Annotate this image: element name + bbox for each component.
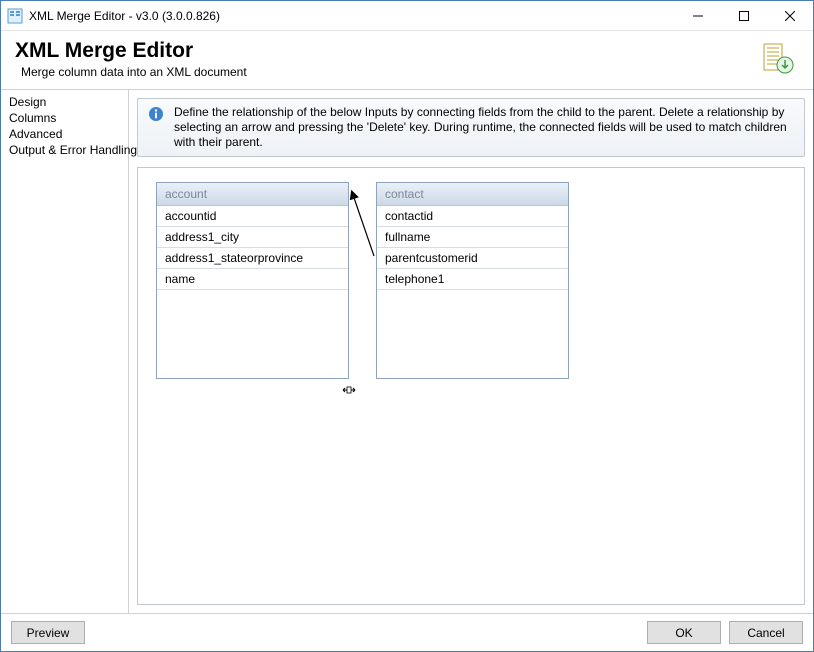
app-icon	[7, 8, 23, 24]
titlebar: XML Merge Editor - v3.0 (3.0.0.826)	[1, 1, 813, 31]
entity-header[interactable]: contact	[377, 183, 568, 206]
field-item[interactable]: name	[157, 269, 348, 290]
close-button[interactable]	[767, 1, 813, 31]
field-item[interactable]: fullname	[377, 227, 568, 248]
entity-contact[interactable]: contact contactid fullname parentcustome…	[376, 182, 569, 379]
minimize-button[interactable]	[675, 1, 721, 31]
page-subtitle: Merge column data into an XML document	[21, 65, 763, 79]
footer: Preview OK Cancel	[1, 613, 813, 651]
info-banner: Define the relationship of the below Inp…	[137, 98, 805, 157]
field-item[interactable]: contactid	[377, 206, 568, 227]
field-item[interactable]: telephone1	[377, 269, 568, 290]
sidebar-item-design[interactable]: Design	[3, 94, 128, 110]
field-list: accountid address1_city address1_stateor…	[157, 206, 348, 290]
resize-handle-icon[interactable]	[342, 384, 356, 394]
app-window: XML Merge Editor - v3.0 (3.0.0.826) XML …	[0, 0, 814, 652]
field-item[interactable]: parentcustomerid	[377, 248, 568, 269]
field-list: contactid fullname parentcustomerid tele…	[377, 206, 568, 290]
info-text: Define the relationship of the below Inp…	[174, 105, 794, 150]
maximize-button[interactable]	[721, 1, 767, 31]
page-title: XML Merge Editor	[15, 39, 763, 63]
entity-header[interactable]: account	[157, 183, 348, 206]
info-icon	[148, 106, 164, 122]
main-panel: Define the relationship of the below Inp…	[129, 90, 813, 613]
entity-account[interactable]: account accountid address1_city address1…	[156, 182, 349, 379]
relationship-arrow	[348, 186, 378, 260]
field-item[interactable]: address1_stateorprovince	[157, 248, 348, 269]
cancel-button[interactable]: Cancel	[729, 621, 803, 644]
sidebar-item-output-error[interactable]: Output & Error Handling	[3, 142, 128, 158]
sidebar: Design Columns Advanced Output & Error H…	[1, 90, 129, 613]
design-canvas[interactable]: account accountid address1_city address1…	[137, 167, 805, 605]
page-header: XML Merge Editor Merge column data into …	[1, 31, 813, 89]
field-item[interactable]: address1_city	[157, 227, 348, 248]
body: Design Columns Advanced Output & Error H…	[1, 89, 813, 613]
field-item[interactable]: accountid	[157, 206, 348, 227]
merge-icon	[763, 43, 795, 75]
sidebar-item-columns[interactable]: Columns	[3, 110, 128, 126]
ok-button[interactable]: OK	[647, 621, 721, 644]
window-title: XML Merge Editor - v3.0 (3.0.0.826)	[29, 9, 220, 23]
sidebar-item-advanced[interactable]: Advanced	[3, 126, 128, 142]
preview-button[interactable]: Preview	[11, 621, 85, 644]
